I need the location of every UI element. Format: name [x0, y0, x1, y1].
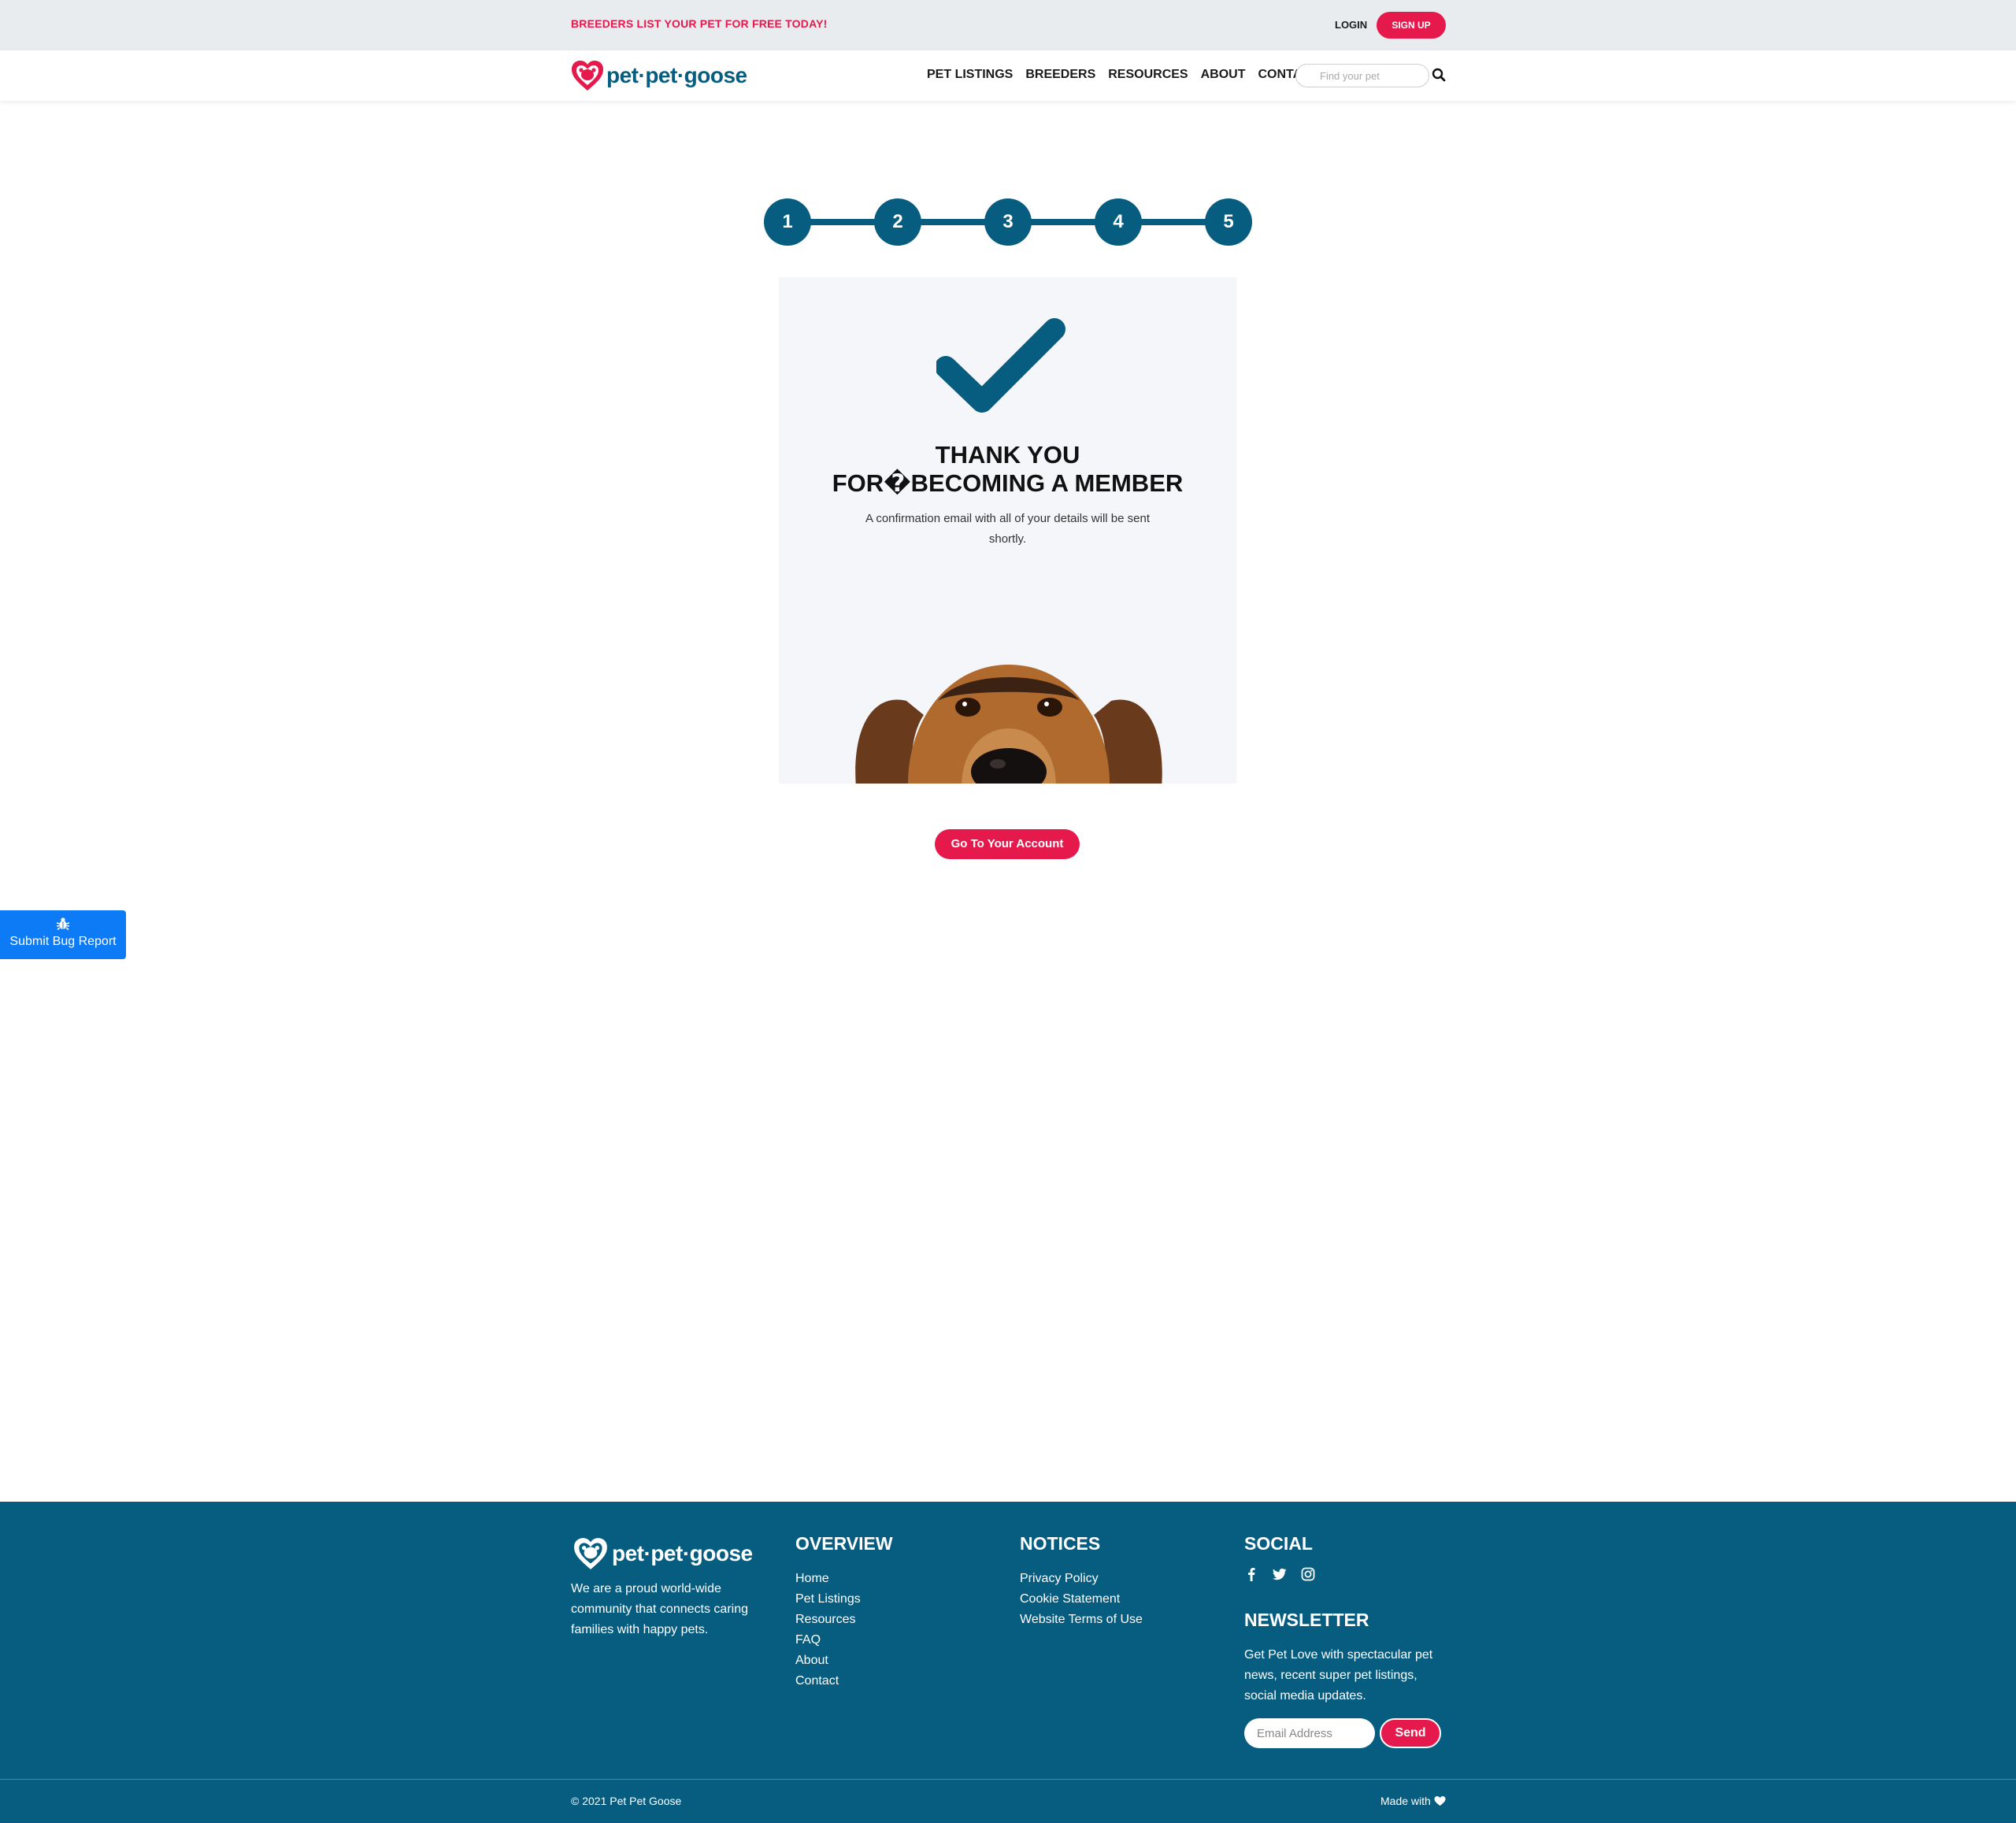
footer-social: SOCIAL [1244, 1533, 1315, 1581]
footer-link-faq[interactable]: FAQ [795, 1630, 893, 1651]
bug-report-label: Submit Bug Report [9, 935, 117, 948]
bug-icon [56, 917, 70, 931]
facebook-icon[interactable] [1244, 1567, 1258, 1581]
step-4: 4 [1095, 198, 1142, 246]
signup-button[interactable]: SIGN UP [1377, 12, 1446, 39]
newsletter-text: Get Pet Love with spectacular pet news, … [1244, 1648, 1433, 1703]
breeder-promo-link[interactable]: BREEDERS LIST YOUR PET FOR FREE TODAY! [571, 17, 828, 30]
step-5: 5 [1205, 198, 1252, 246]
twitter-icon[interactable] [1273, 1567, 1287, 1581]
footer-link-cookie-statement[interactable]: Cookie Statement [1020, 1589, 1143, 1610]
newsletter-heading: NEWSLETTER [1244, 1610, 1369, 1630]
main-header: pet·pet·goose PET LISTINGS BREEDERS RESO… [0, 50, 2016, 101]
step-2: 2 [874, 198, 921, 246]
confirmation-text: A confirmation email with all of your de… [865, 512, 1150, 546]
overview-heading: OVERVIEW [795, 1533, 893, 1554]
notices-heading: NOTICES [1020, 1533, 1101, 1554]
search-icon[interactable] [1432, 68, 1446, 82]
main-nav: PET LISTINGS BREEDERS RESOURCES ABOUT CO… [927, 68, 1332, 82]
checkmark-icon [936, 318, 1065, 413]
confirmation-card: THANK YOU FOR�BECOMING A MEMBER A confir… [779, 277, 1236, 784]
nav-resources[interactable]: RESOURCES [1108, 68, 1188, 82]
step-3: 3 [984, 198, 1032, 246]
heart-paw-logo-icon [574, 1538, 607, 1569]
nav-breeders[interactable]: BREEDERS [1025, 68, 1095, 82]
footer-newsletter: NEWSLETTER Get Pet Love with spectacular… [1244, 1610, 1449, 1706]
top-announcement-bar: BREEDERS LIST YOUR PET FOR FREE TODAY! L… [0, 0, 2016, 50]
footer-overview: OVERVIEW Home Pet Listings Resources FAQ… [795, 1533, 893, 1691]
site-logo[interactable]: pet·pet·goose [570, 59, 747, 92]
progress-stepper: 1 2 3 4 5 [764, 198, 1252, 246]
footer-link-home[interactable]: Home [795, 1569, 893, 1589]
footer-about-text: We are a proud world-wide community that… [571, 1582, 748, 1636]
submit-bug-report-button[interactable]: Submit Bug Report [0, 910, 126, 959]
footer-link-pet-listings[interactable]: Pet Listings [795, 1589, 893, 1610]
instagram-icon[interactable] [1301, 1567, 1315, 1581]
social-heading: SOCIAL [1244, 1533, 1313, 1554]
search-input[interactable] [1295, 64, 1429, 87]
copyright-text: © 2021 Pet Pet Goose [571, 1795, 682, 1807]
footer-link-terms-of-use[interactable]: Website Terms of Use [1020, 1610, 1143, 1630]
footer-divider [0, 1779, 2016, 1780]
heart-icon [1434, 1796, 1446, 1806]
footer-link-privacy-policy[interactable]: Privacy Policy [1020, 1569, 1143, 1589]
step-1: 1 [764, 198, 811, 246]
nav-pet-listings[interactable]: PET LISTINGS [927, 68, 1013, 82]
heart-paw-logo-icon [572, 61, 603, 91]
go-to-account-button[interactable]: Go To Your Account [935, 829, 1080, 859]
footer-notices: NOTICES Privacy Policy Cookie Statement … [1020, 1533, 1143, 1630]
peeking-dog-image [855, 665, 1162, 784]
thank-you-heading: THANK YOU FOR�BECOMING A MEMBER [832, 441, 1184, 497]
site-footer: pet·pet·goose We are a proud world-wide … [0, 1502, 2016, 1823]
footer-logo[interactable]: pet·pet·goose [573, 1536, 753, 1571]
footer-link-contact[interactable]: Contact [795, 1671, 893, 1691]
footer-link-about[interactable]: About [795, 1651, 893, 1671]
newsletter-email-input[interactable] [1244, 1718, 1375, 1748]
nav-about[interactable]: ABOUT [1201, 68, 1246, 82]
brand-name: pet·pet·goose [606, 63, 747, 87]
made-with-text: Made with [1380, 1795, 1446, 1807]
login-link[interactable]: LOGIN [1335, 19, 1367, 31]
footer-link-resources[interactable]: Resources [795, 1610, 893, 1630]
footer-brand-name: pet·pet·goose [612, 1541, 753, 1565]
newsletter-send-button[interactable]: Send [1380, 1718, 1441, 1748]
